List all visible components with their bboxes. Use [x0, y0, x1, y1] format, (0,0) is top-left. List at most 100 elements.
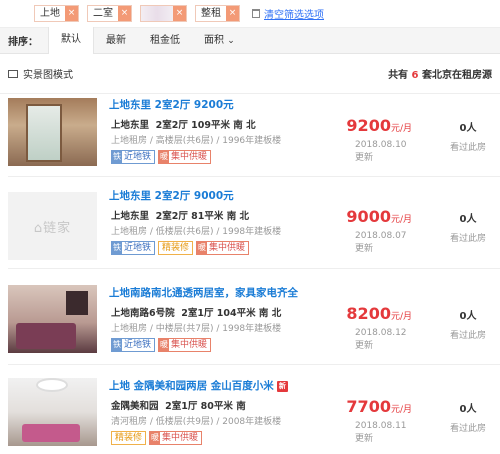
price-unit: 元/月 [390, 124, 412, 134]
remove-filter-icon[interactable]: × [65, 6, 78, 21]
viewer-count: 0人 [459, 404, 477, 415]
tag-subway: 铁近地铁 [111, 338, 156, 352]
divider [8, 268, 500, 269]
listing-specs: 上地东里 2室2厅 109平米 南 北 [111, 117, 256, 131]
listing-title[interactable]: 上地东里 2室2厅 9000元 [109, 188, 234, 203]
sort-area[interactable]: 面积 ⌄ [192, 28, 247, 54]
community-name[interactable]: 金隅美和园 [111, 401, 159, 412]
sort-rent-low[interactable]: 租金低 [138, 28, 192, 54]
listing-tags: 铁近地铁 精装修 暖集中供暖 [111, 241, 250, 255]
price-value: 9000 [346, 207, 391, 226]
sort-bar: 排序： 默认 最新 租金低 面积 ⌄ [0, 27, 500, 54]
listing-photo[interactable] [8, 98, 97, 166]
tag-label: 近地铁 [124, 243, 152, 253]
listing-sub: 清河租房 / 低楼层(共9层) / 2008年建板楼 [111, 417, 282, 427]
clear-filters-label[interactable]: 清空筛选选项 [264, 6, 324, 21]
listing-date: 2018.08.07 更新 [355, 231, 407, 254]
tag-label: 近地铁 [124, 152, 152, 162]
filter-bar: 上地 × 二室 × × 整租 × 清空筛选选项 [0, 0, 500, 28]
filter-tag-label: 二室 [93, 8, 113, 19]
listing-photo[interactable]: ⌂链家 [8, 192, 97, 260]
listing-sub: 上地租房 / 低楼层(共6层) / 1998年建板楼 [111, 227, 282, 237]
tag-label: 集中供暖 [171, 152, 208, 162]
listing-title[interactable]: 上地 金隅美和园两居 金山百度小米新 [109, 378, 288, 393]
listing-specs: 上地南路6号院 2室1厅 104平米 南 北 [111, 305, 281, 319]
filter-tag-obscured[interactable]: × [140, 5, 187, 22]
result-count: 共有 6 套北京在租房源 [388, 66, 492, 81]
sort-label: 排序： [8, 37, 38, 48]
tag-label: 集中供暖 [209, 243, 246, 253]
sort-area-label: 面积 [204, 34, 224, 46]
listing-photo[interactable] [8, 378, 97, 446]
heating-icon: 暖 [159, 151, 170, 163]
sort-default[interactable]: 默认 [48, 27, 94, 54]
tag-label: 精装修 [162, 243, 190, 253]
listing-item: ⌂链家 上地东里 2室2厅 9000元 上地东里 2室2厅 81平米 南 北 上… [0, 186, 500, 278]
tag-heating: 暖集中供暖 [149, 431, 203, 445]
list-mode-row: 实景图模式 共有 6 套北京在租房源 [0, 54, 500, 94]
image-icon [8, 69, 18, 78]
specs-text: 2室2厅 81平米 南 北 [155, 211, 250, 222]
specs-text: 2室1厅 80平米 南 [165, 401, 246, 412]
price-unit: 元/月 [390, 312, 412, 322]
specs-text: 2室1厅 104平米 南 北 [181, 308, 282, 319]
price-value: 8200 [346, 304, 391, 323]
specs-text: 2室2厅 109平米 南 北 [155, 120, 256, 131]
filter-tag-rooms[interactable]: 二室 × [87, 5, 132, 22]
filter-tag-label: 上地 [40, 8, 60, 19]
community-name[interactable]: 上地东里 [111, 211, 149, 222]
listing-viewers: 0人看过此房 [443, 400, 493, 434]
sort-newest[interactable]: 最新 [94, 28, 138, 54]
viewer-count: 0人 [459, 311, 477, 322]
remove-filter-icon[interactable]: × [226, 6, 239, 21]
listing-photo[interactable] [8, 285, 97, 353]
tag-heating: 暖集中供暖 [158, 150, 212, 164]
listing-price: 7700元/月 [322, 397, 412, 416]
tag-label: 集中供暖 [162, 433, 199, 443]
listing-date: 2018.08.12 更新 [355, 328, 407, 351]
tag-heating: 暖集中供暖 [196, 241, 250, 255]
tag-decoration: 精装修 [111, 431, 147, 445]
community-name[interactable]: 上地东里 [111, 120, 149, 131]
photo-mode-label: 实景图模式 [23, 70, 73, 81]
subway-icon: 铁 [112, 339, 122, 351]
listing-price: 8200元/月 [322, 304, 412, 323]
tag-label: 精装修 [115, 433, 143, 443]
listing-tags: 铁近地铁 暖集中供暖 [111, 338, 212, 352]
remove-filter-icon[interactable]: × [173, 6, 186, 21]
filter-tag-location[interactable]: 上地 × [34, 5, 79, 22]
viewer-label: 看过此房 [449, 143, 486, 153]
filter-tag-rent-type[interactable]: 整租 × [195, 5, 240, 22]
photo-mode-toggle[interactable]: 实景图模式 [8, 66, 73, 81]
listing-tags: 铁近地铁 暖集中供暖 [111, 150, 212, 164]
listing-title[interactable]: 上地南路南北通透两居室，家具家电齐全 [109, 285, 298, 300]
new-badge: 新 [276, 380, 288, 392]
tag-label: 集中供暖 [171, 340, 208, 350]
subway-icon: 铁 [112, 242, 122, 254]
listing-title[interactable]: 上地东里 2室2厅 9200元 [109, 97, 234, 112]
viewer-count: 0人 [459, 123, 477, 134]
listing-price: 9000元/月 [322, 207, 412, 226]
remove-filter-icon[interactable]: × [118, 6, 131, 21]
subway-icon: 铁 [112, 151, 122, 163]
heating-icon: 暖 [159, 339, 170, 351]
price-unit: 元/月 [390, 405, 412, 415]
trash-icon [252, 9, 260, 18]
viewer-count: 0人 [459, 214, 477, 225]
price-value: 7700 [346, 397, 391, 416]
viewer-label: 看过此房 [449, 424, 486, 434]
tag-subway: 铁近地铁 [111, 241, 156, 255]
count-number: 6 [411, 70, 419, 81]
filter-tag-label: 整租 [201, 8, 221, 19]
listing-item: 上地东里 2室2厅 9200元 上地东里 2室2厅 109平米 南 北 上地租房… [0, 95, 500, 187]
listing-price: 9200元/月 [322, 116, 412, 135]
listing-tags: 精装修 暖集中供暖 [111, 431, 203, 445]
filter-tag-label [141, 6, 173, 21]
chevron-down-icon: ⌄ [227, 35, 235, 46]
tag-label: 近地铁 [124, 340, 152, 350]
count-prefix: 共有 [388, 70, 409, 81]
clear-filters-link[interactable]: 清空筛选选项 [252, 6, 324, 21]
listing-item: 上地南路南北通透两居室，家具家电齐全 上地南路6号院 2室1厅 104平米 南 … [0, 283, 500, 375]
listing-specs: 上地东里 2室2厅 81平米 南 北 [111, 208, 249, 222]
community-name[interactable]: 上地南路6号院 [111, 308, 175, 319]
